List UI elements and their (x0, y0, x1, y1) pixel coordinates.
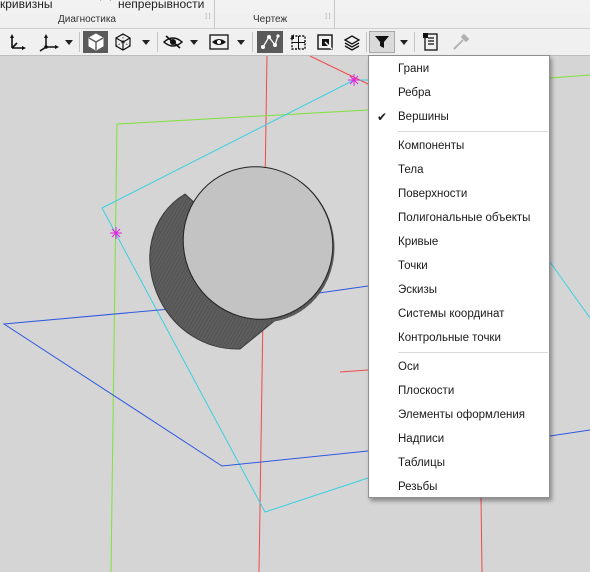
cylinder-body[interactable] (149, 139, 361, 350)
vertex-point[interactable] (348, 74, 360, 86)
toolbar-separator (79, 32, 80, 52)
axis-line (480, 497, 483, 572)
menu-item-components[interactable]: Компоненты (369, 135, 549, 157)
menu-item-planes[interactable]: Плоскости (369, 380, 549, 402)
model-properties-icon (423, 33, 438, 51)
group-grip-icon[interactable]: ⁞⁞ (325, 13, 331, 25)
ribbon-group-bar: Диагностика ⁞⁞ Чертеж ⁞⁞ (0, 13, 590, 29)
menu-separator (398, 131, 548, 132)
layers-select-icon (343, 35, 361, 51)
menu-item-bodies[interactable]: Тела (369, 159, 549, 181)
toolbar-separator (252, 32, 253, 52)
hide-objects-button[interactable] (161, 31, 185, 53)
component-select-button[interactable] (313, 31, 337, 53)
eyedropper-icon (453, 33, 470, 50)
toolbar-separator (414, 32, 415, 52)
component-select-icon (317, 34, 333, 50)
menu-item-surfaces[interactable]: Поверхности (369, 183, 549, 205)
menu-item-points[interactable]: Точки (369, 255, 549, 277)
continuity-command-icon: ⌒ (100, 0, 111, 10)
menu-item-coordinate-systems[interactable]: Системы координат (369, 303, 549, 325)
grid-select-icon (290, 34, 306, 50)
layers-select-button[interactable] (340, 31, 364, 53)
menu-item-edges[interactable]: Ребра (369, 82, 549, 104)
menu-item-curves[interactable]: Кривые (369, 231, 549, 253)
wireframe-display-button[interactable] (110, 31, 136, 53)
selection-filter-button[interactable] (369, 31, 395, 53)
menu-item-vertices[interactable]: ✔ Вершины (369, 106, 549, 128)
ribbon-divider (214, 13, 215, 28)
ribbon-divider (334, 0, 335, 13)
local-axes-icon (39, 34, 59, 52)
menu-item-annotation-elements[interactable]: Элементы оформления (369, 404, 549, 426)
hide-dropdown-arrow[interactable] (188, 31, 200, 53)
menu-item-faces[interactable]: Грани (369, 58, 549, 80)
move-axes-button[interactable] (6, 31, 30, 53)
visibility-mode-button[interactable] (206, 31, 232, 53)
wireframe-cube-icon (115, 33, 131, 51)
menu-item-axes[interactable]: Оси (369, 356, 549, 378)
toolbar-separator (366, 32, 367, 52)
hide-eye-icon (163, 35, 183, 49)
plane-outline-blue (549, 429, 590, 437)
menu-item-control-points[interactable]: Контрольные точки (369, 327, 549, 349)
filter-icon (375, 36, 389, 48)
eyedropper-button[interactable] (448, 31, 474, 53)
group-title-diagnostics: Диагностика (58, 14, 116, 25)
vertex-point[interactable] (110, 227, 122, 239)
checkmark-icon: ✔ (377, 110, 388, 124)
toolbar-separator (157, 32, 158, 52)
axis-line (339, 369, 369, 373)
local-axes-button[interactable] (34, 31, 62, 53)
display-mode-dropdown-arrow[interactable] (140, 31, 152, 53)
move-axes-icon (10, 34, 26, 50)
plane-outline-cyan (549, 261, 590, 319)
axes-dropdown-arrow[interactable] (63, 31, 75, 53)
vertex-select-icon (261, 34, 280, 49)
ribbon-divider (334, 13, 335, 28)
menu-item-polygonal-objects[interactable]: Полигональные объекты (369, 207, 549, 229)
vertex-select-button[interactable] (257, 31, 283, 53)
ribbon-top-row: кривизны ⌒ непрерывности (0, 0, 590, 13)
selection-filter-menu: Грани Ребра ✔ Вершины Компоненты Тела По… (368, 55, 550, 498)
ribbon-divider (214, 0, 215, 13)
view-toolbar (0, 29, 590, 56)
continuity-command-label[interactable]: непрерывности (118, 0, 204, 11)
group-grip-icon[interactable]: ⁞⁞ (205, 13, 211, 25)
group-title-drawing: Чертеж (253, 14, 288, 25)
shaded-display-button[interactable] (83, 31, 108, 53)
menu-item-labels[interactable]: Надписи (369, 428, 549, 450)
menu-item-sketches[interactable]: Эскизы (369, 279, 549, 301)
shaded-cube-icon (88, 33, 103, 51)
menu-separator (398, 352, 548, 353)
filter-dropdown-arrow[interactable] (398, 31, 410, 53)
menu-item-threads[interactable]: Резьбы (369, 476, 549, 498)
visibility-dropdown-arrow[interactable] (235, 31, 247, 53)
model-properties-button[interactable] (418, 31, 444, 53)
curvature-command-label[interactable]: кривизны (0, 0, 52, 11)
display-mode-eye-icon (209, 34, 229, 50)
grid-select-button[interactable] (286, 31, 310, 53)
plane-outline-green (549, 74, 590, 79)
menu-item-tables[interactable]: Таблицы (369, 452, 549, 474)
